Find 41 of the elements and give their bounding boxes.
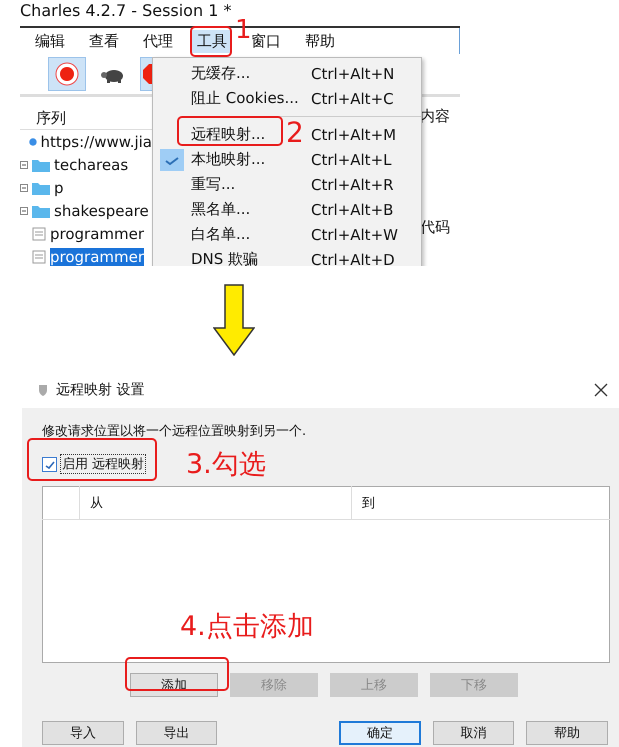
menu-item[interactable]: 查看: [84, 30, 124, 52]
annotation-text: 4.点击添加: [180, 612, 314, 642]
tree-item[interactable]: shakespeare: [54, 202, 149, 220]
dialog-button[interactable]: 取消: [432, 721, 514, 745]
description-text: 修改请求位置以将一个远程位置映射到另一个.: [42, 423, 308, 440]
annotation-text: 3.勾选: [186, 450, 266, 480]
dialog-button[interactable]: 导入: [42, 721, 124, 745]
annotation-text: 2: [286, 118, 304, 149]
menu-option[interactable]: 远程映射...: [191, 125, 266, 143]
menu-option[interactable]: 黑名单...: [191, 200, 250, 218]
shortcut-text: Ctrl+Alt+M: [311, 126, 396, 144]
shortcut-text: Ctrl+Alt+N: [311, 64, 394, 82]
shortcut-text: Ctrl+Alt+D: [311, 250, 395, 266]
menu-item[interactable]: 代理: [138, 30, 178, 52]
tree-item[interactable]: techareas: [54, 156, 128, 174]
shortcut-text: Ctrl+Alt+L: [311, 150, 392, 168]
dialog-title: 远程映射 设置: [56, 381, 144, 399]
column-header[interactable]: 到: [352, 486, 610, 520]
cell-text: 代码: [420, 218, 451, 237]
menu-item[interactable]: 编辑: [30, 30, 70, 52]
dialog-button[interactable]: 帮助: [526, 721, 608, 745]
shortcut-text: Ctrl+Alt+R: [311, 176, 394, 194]
shortcut-text: Ctrl+Alt+B: [311, 200, 394, 218]
menu-option[interactable]: DNS 欺骗: [191, 250, 258, 266]
dialog-button[interactable]: 确定: [339, 721, 421, 745]
checkbox-label[interactable]: 启用 远程映射: [60, 454, 146, 474]
tree-item[interactable]: https://www.jia: [40, 132, 152, 150]
column-header[interactable]: 从: [80, 486, 352, 520]
dialog-button[interactable]: 导出: [136, 721, 218, 745]
tree-item[interactable]: programmer: [50, 248, 144, 266]
menu-option[interactable]: 白名单...: [191, 225, 250, 243]
tree-item[interactable]: p: [54, 178, 64, 196]
menu-item[interactable]: 工具: [192, 30, 232, 52]
menu-option[interactable]: 重写...: [191, 175, 236, 193]
shortcut-text: Ctrl+Alt+C: [311, 90, 394, 108]
tree-item[interactable]: programmer: [50, 224, 144, 242]
menu-option[interactable]: 无缓存...: [191, 64, 250, 82]
menu-item[interactable]: 帮助: [300, 30, 340, 52]
menu-option[interactable]: 阻止 Cookies...: [191, 89, 299, 107]
shortcut-text: Ctrl+Alt+W: [311, 226, 398, 244]
menu-option[interactable]: 本地映射...: [191, 150, 266, 168]
